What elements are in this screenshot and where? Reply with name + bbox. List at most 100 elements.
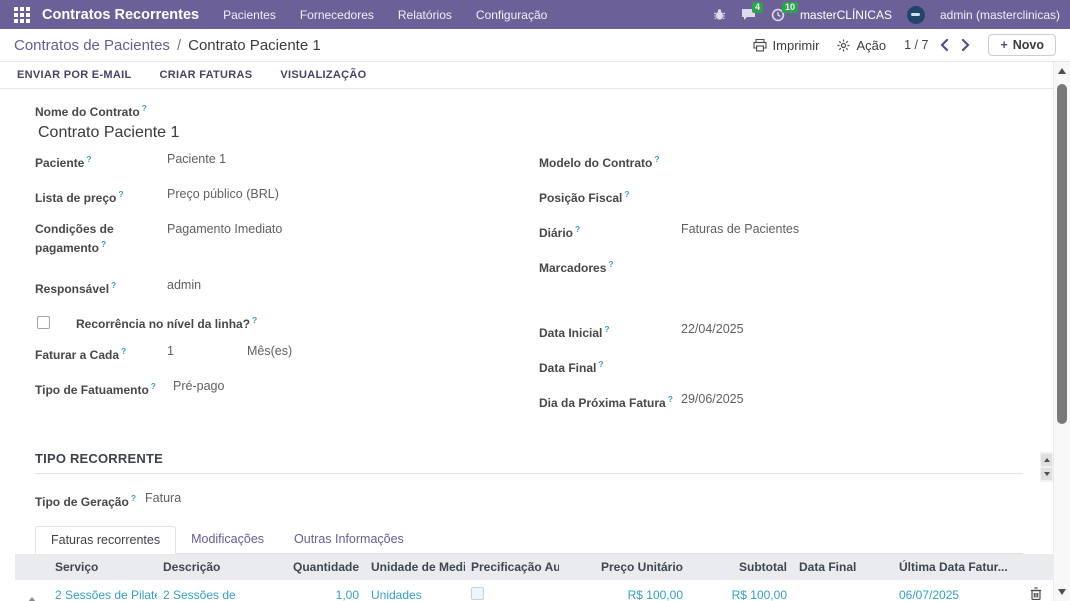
control-panel-actions: Imprimir Ação 1 / 7 + Novo — [753, 34, 1056, 56]
col-ultima-data-fatura[interactable]: Última Data Fatur... — [893, 554, 1018, 580]
cell-servico[interactable]: 2 Sessões de Pilates ... — [49, 580, 157, 601]
faturar-cada-unit[interactable]: Mês(es) — [247, 344, 292, 359]
menu-pacientes[interactable]: Pacientes — [223, 8, 276, 22]
delete-row-icon[interactable] — [1030, 589, 1042, 601]
contract-name-value[interactable]: Contrato Paciente 1 — [38, 124, 1023, 142]
field-paciente-value[interactable]: Paciente 1 — [167, 152, 226, 167]
help-icon[interactable] — [131, 493, 136, 503]
recorrencia-checkbox[interactable] — [37, 316, 50, 329]
field-responsavel: Responsável admin — [35, 278, 529, 297]
user-menu[interactable]: admin (masterclinicas) — [940, 8, 1060, 22]
pager-next-icon[interactable] — [961, 39, 970, 51]
col-quantidade[interactable]: Quantidade — [279, 554, 365, 580]
tab-faturas-recorrentes[interactable]: Faturas recorrentes — [35, 526, 176, 554]
field-responsavel-value[interactable]: admin — [167, 278, 201, 293]
tipo-geracao-value[interactable]: Fatura — [145, 491, 181, 506]
col-unidade-medida[interactable]: Unidade de Medida — [365, 554, 465, 580]
messages-icon[interactable]: 4 — [741, 8, 756, 21]
messages-badge: 4 — [752, 2, 763, 13]
scroll-down-icon[interactable] — [1041, 468, 1052, 480]
scrollbar-up-icon[interactable] — [1058, 68, 1066, 74]
menu-configuracao[interactable]: Configuração — [476, 8, 547, 22]
activities-clock-icon[interactable]: 10 — [771, 8, 785, 22]
form-right-column: Modelo do Contrato Posição Fiscal Diário… — [529, 152, 1023, 427]
pager-previous-icon[interactable] — [940, 39, 949, 51]
help-icon[interactable] — [252, 315, 257, 325]
table-header-row: Serviço Descrição Quantidade Unidade de … — [15, 554, 1053, 580]
tab-outras-informacoes[interactable]: Outras Informações — [279, 526, 419, 553]
col-precificacao-auto[interactable]: Precificação Auto... — [465, 554, 559, 580]
help-icon[interactable] — [624, 189, 629, 199]
precificacao-checkbox[interactable] — [471, 587, 484, 600]
drag-handle-icon[interactable] — [28, 597, 36, 601]
field-lista-preco-value[interactable]: Preço público (BRL) — [167, 187, 279, 202]
field-paciente: Paciente Paciente 1 — [35, 152, 529, 171]
col-servico[interactable]: Serviço — [49, 554, 157, 580]
record-pager: 1 / 7 — [904, 38, 970, 52]
help-icon[interactable] — [575, 224, 580, 234]
scrollbar-down-icon[interactable] — [1058, 589, 1066, 595]
col-subtotal[interactable]: Subtotal — [689, 554, 793, 580]
activities-badge: 10 — [782, 2, 798, 13]
help-icon[interactable] — [654, 154, 659, 164]
cell-quantidade[interactable]: 1,00 — [279, 580, 365, 601]
send-email-button[interactable]: ENVIAR POR E-MAIL — [17, 69, 132, 81]
help-icon[interactable] — [668, 394, 673, 404]
menu-fornecedores[interactable]: Fornecedores — [300, 8, 374, 22]
cell-ultima-data[interactable]: 06/07/2025 — [893, 580, 1018, 601]
cell-subtotal[interactable]: R$ 100,00 — [689, 580, 793, 601]
preview-button[interactable]: VISUALIZAÇÃO — [280, 69, 366, 81]
help-icon[interactable] — [118, 189, 123, 199]
contract-name-field: Nome do Contrato Contrato Paciente 1 — [35, 101, 1023, 142]
app-title[interactable]: Contratos Recorrentes — [42, 7, 199, 23]
help-icon[interactable] — [151, 381, 156, 391]
col-preco-unitario[interactable]: Preço Unitário — [559, 554, 689, 580]
breadcrumb-separator: / — [177, 37, 181, 54]
scroll-up-icon[interactable] — [1041, 454, 1052, 466]
company-switcher[interactable]: masterCLÍNICAS — [800, 8, 892, 22]
proxima-fatura-value[interactable]: 29/06/2025 — [681, 392, 744, 407]
app-window: Contratos Recorrentes Pacientes Forneced… — [0, 0, 1070, 601]
help-icon[interactable] — [86, 154, 91, 164]
main-menu: Pacientes Fornecedores Relatórios Config… — [223, 8, 547, 22]
help-icon[interactable] — [121, 346, 126, 356]
print-button[interactable]: Imprimir — [753, 38, 820, 53]
table-row[interactable]: 2 Sessões de Pilates ... 2 Sessões de Pi… — [15, 580, 1053, 601]
col-data-final[interactable]: Data Final — [793, 554, 893, 580]
field-posicao-fiscal: Posição Fiscal — [539, 187, 1023, 206]
menu-relatorios[interactable]: Relatórios — [398, 8, 452, 22]
cell-unidade[interactable]: Unidades — [365, 580, 465, 601]
debug-bug-icon[interactable] — [713, 8, 726, 21]
field-modelo-contrato: Modelo do Contrato — [539, 152, 1023, 171]
cell-descricao[interactable]: 2 Sessões de Pilates por Semana (Contrat… — [157, 580, 279, 601]
help-icon[interactable] — [142, 103, 147, 113]
help-icon[interactable] — [604, 324, 609, 334]
plus-icon: + — [1000, 38, 1007, 52]
action-menu-button[interactable]: Ação — [837, 38, 886, 53]
cell-preco-unitario[interactable]: R$ 100,00 — [559, 580, 689, 601]
data-inicial-value[interactable]: 22/04/2025 — [681, 322, 744, 337]
help-icon[interactable] — [101, 239, 106, 249]
tipo-faturamento-value[interactable]: Pré-pago — [173, 379, 224, 394]
col-descricao[interactable]: Descrição — [157, 554, 279, 580]
form-left-column: Paciente Paciente 1 Lista de preço Preço… — [35, 152, 529, 427]
notebook-scrollbar[interactable] — [1040, 452, 1053, 482]
help-icon[interactable] — [608, 259, 613, 269]
cell-data-final[interactable] — [793, 580, 893, 601]
tab-modificacoes[interactable]: Modificações — [176, 526, 279, 553]
help-icon[interactable] — [598, 359, 603, 369]
new-record-button[interactable]: + Novo — [988, 34, 1056, 56]
field-proxima-fatura: Dia da Próxima Fatura 29/06/2025 — [539, 392, 1023, 411]
form-view: Nome do Contrato Contrato Paciente 1 Pac… — [0, 89, 1053, 601]
user-avatar[interactable] — [907, 6, 925, 24]
field-condicoes-pagamento: Condições de pagamento Pagamento Imediat… — [35, 222, 529, 256]
apps-menu-icon[interactable] — [14, 7, 30, 23]
breadcrumb-parent[interactable]: Contratos de Pacientes — [14, 37, 170, 54]
diario-value[interactable]: Faturas de Pacientes — [681, 222, 799, 237]
create-invoices-button[interactable]: CRIAR FATURAS — [160, 69, 253, 81]
page-scrollbar[interactable] — [1053, 62, 1070, 601]
scrollbar-thumb[interactable] — [1057, 84, 1067, 424]
field-condicoes-pagamento-value[interactable]: Pagamento Imediato — [167, 222, 282, 237]
faturar-cada-value[interactable]: 1 — [167, 344, 247, 359]
help-icon[interactable] — [111, 280, 116, 290]
